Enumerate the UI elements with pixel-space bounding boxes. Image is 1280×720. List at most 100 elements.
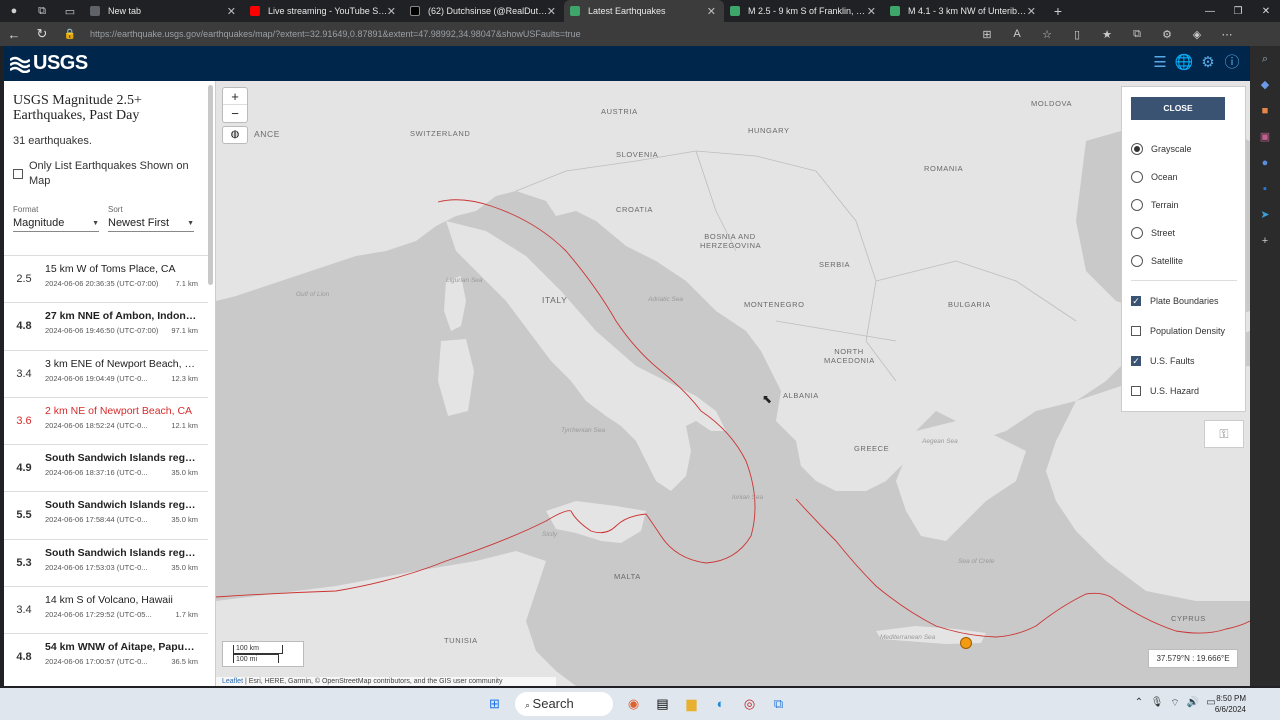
windows-start-icon[interactable]: ⊞	[480, 692, 509, 716]
edge-browser-icon[interactable]: ◐	[706, 692, 735, 716]
earthquake-row-selected[interactable]: 3.6 2 km NE of Newport Beach, CA 2024-06-0…	[4, 396, 208, 444]
read-aloud-icon[interactable]: A	[1002, 28, 1032, 40]
snipping-tool-icon[interactable]: ⧉	[764, 692, 793, 716]
games-icon[interactable]: ▣	[1250, 124, 1280, 150]
taskbar-search[interactable]: ⌕ Search	[515, 692, 613, 716]
earthquake-row[interactable]: 4.854 km WNW of Aitape, Papua New Guinea…	[4, 633, 208, 680]
office-icon[interactable]: ●	[1250, 150, 1280, 176]
record-app-icon[interactable]: ◎	[735, 692, 764, 716]
radio-selected[interactable]	[1131, 143, 1143, 155]
taskbar-clock[interactable]: 8:50 PM 6/6/2024	[1215, 693, 1246, 715]
locate-globe-button[interactable]: ◍	[222, 126, 248, 144]
close-layers-button[interactable]: CLOSE	[1131, 97, 1225, 120]
overlay-us-hazard[interactable]: U.S. Hazard	[1131, 386, 1199, 396]
earthquake-row[interactable]: 4.9 South Sandwich Islands region 2024-06-…	[4, 444, 208, 491]
back-icon[interactable]: ←	[0, 27, 28, 42]
checkbox[interactable]	[1131, 386, 1141, 396]
checkbox-checked[interactable]: ✓	[1131, 296, 1141, 306]
overlay-us-faults[interactable]: ✓ U.S. Faults	[1131, 356, 1195, 366]
refresh-icon[interactable]: ↻	[28, 26, 56, 42]
settings-gear-icon[interactable]: ⚙	[1196, 53, 1220, 73]
taskbar-apps: ⊞ ⌕ Search ◉ ▤ ▆ ◐ ◎ ⧉	[480, 692, 793, 716]
file-explorer-icon[interactable]: ▆	[677, 692, 706, 716]
profile-icon[interactable]: ●	[0, 0, 28, 22]
workspaces-icon[interactable]: ⧉	[28, 0, 56, 22]
maximize-icon[interactable]: ❐	[1224, 0, 1252, 22]
checkbox[interactable]	[1131, 326, 1141, 336]
basemap-ocean[interactable]: Ocean	[1131, 171, 1178, 183]
overlay-population-density[interactable]: Population Density	[1131, 326, 1225, 336]
help-icon[interactable]: ⓘ	[1220, 53, 1244, 73]
network-icon[interactable]: ⌔	[1166, 697, 1184, 710]
favorites-icon[interactable]: ★	[1092, 28, 1122, 41]
sort-select[interactable]: Sort Newest First ▼	[108, 205, 194, 232]
basemap-street[interactable]: Street	[1131, 227, 1175, 239]
search-icon[interactable]: ⌕	[1250, 46, 1280, 72]
globe-icon[interactable]: 🌐	[1172, 53, 1196, 73]
volume-icon[interactable]: 🔊	[1184, 697, 1202, 710]
shopping-icon[interactable]: ◆	[1250, 72, 1280, 98]
only-list-shown-checkbox[interactable]: Only List Earthquakes Shown on Map	[13, 159, 203, 189]
lock-icon[interactable]: 🔒	[56, 29, 84, 40]
split-screen-icon[interactable]: ▯	[1062, 28, 1092, 41]
more-menu-icon[interactable]: ⋯	[1212, 28, 1242, 41]
scale-bar: 100 km 100 mi	[222, 641, 304, 667]
list-icon[interactable]: ☰	[1148, 53, 1172, 73]
collections-icon[interactable]: ⧉	[1122, 28, 1152, 41]
tab-franklin-quake[interactable]: M 2.5 - 9 km S of Franklin, Canada✕	[724, 0, 884, 22]
show-hidden-icons[interactable]: ⌃	[1130, 697, 1148, 710]
favorite-star-icon[interactable]: ☆	[1032, 28, 1062, 41]
microphone-icon[interactable]: 🎙	[1148, 697, 1166, 710]
earthquake-row[interactable]: 5.5 South Sandwich Islands region 2024-06-…	[4, 491, 208, 538]
extensions-icon[interactable]: ⚙	[1152, 28, 1182, 41]
minimize-icon[interactable]: —	[1196, 0, 1224, 22]
zoom-in-button[interactable]: +	[223, 88, 247, 105]
close-tab-icon[interactable]: ✕	[707, 5, 716, 18]
send-icon[interactable]: ➤	[1250, 202, 1280, 228]
legend-key-button[interactable]: ⚿	[1204, 420, 1244, 448]
earthquake-marker[interactable]	[960, 637, 972, 649]
earthquake-row[interactable]: 2.5 15 km W of Toms Place, CA 2024-06-06 2…	[4, 255, 208, 302]
close-window-icon[interactable]: ✕	[1252, 0, 1280, 22]
new-tab-icon[interactable]: +	[1044, 0, 1072, 22]
earthquake-row[interactable]: 5.3 South Sandwich Islands region 2024-06-…	[4, 538, 208, 586]
checkbox[interactable]	[13, 169, 23, 179]
app-available-icon[interactable]: ⊞	[972, 28, 1002, 41]
copilot-icon[interactable]: ◈	[1182, 28, 1212, 41]
list-scrollbar[interactable]	[208, 85, 213, 285]
radio[interactable]	[1131, 171, 1143, 183]
widgets-icon[interactable]: ◉	[619, 692, 648, 716]
basemap-terrain[interactable]: Terrain	[1131, 199, 1179, 211]
format-select[interactable]: Format Magnitude ▼	[13, 205, 99, 232]
tab-latest-earthquakes[interactable]: Latest Earthquakes ✕	[564, 0, 724, 22]
radio[interactable]	[1131, 199, 1143, 211]
tab-youtube-studio[interactable]: Live streaming - YouTube Studio ✕	[244, 0, 404, 22]
close-tab-icon[interactable]: ✕	[387, 5, 396, 18]
radio[interactable]	[1131, 227, 1143, 239]
task-view-icon[interactable]: ▤	[648, 692, 677, 716]
zoom-out-button[interactable]: −	[223, 105, 247, 122]
close-tab-icon[interactable]: ✕	[547, 5, 556, 18]
map-view[interactable]: AUSTRIA HUNGARY SWITZERLAND SLOVENIA CRO…	[216, 81, 1250, 686]
basemap-grayscale[interactable]: Grayscale	[1131, 143, 1192, 155]
basemap-satellite[interactable]: Satellite	[1131, 255, 1183, 267]
tab-x-dutchsinse[interactable]: (62) Dutchsinse (@RealDutchsinse)✕	[404, 0, 564, 22]
add-sidebar-icon[interactable]: +	[1250, 228, 1280, 254]
radio[interactable]	[1131, 255, 1143, 267]
close-tab-icon[interactable]: ✕	[227, 5, 236, 18]
outlook-icon[interactable]: ▪	[1250, 176, 1280, 202]
tab-actions-icon[interactable]: ▭	[56, 0, 84, 22]
close-tab-icon[interactable]: ✕	[1027, 5, 1036, 18]
close-tab-icon[interactable]: ✕	[867, 5, 876, 18]
url-field[interactable]: https://earthquake.usgs.gov/earthquakes/…	[90, 29, 850, 39]
leaflet-link[interactable]: Leaflet	[222, 678, 243, 685]
overlay-plate-boundaries[interactable]: ✓ Plate Boundaries	[1131, 296, 1219, 306]
tab-unteriberg-quake[interactable]: M 4.1 - 3 km NW of Unteriberg, Swi✕	[884, 0, 1044, 22]
earthquake-row[interactable]: 4.8 27 km NNE of Ambon, Indonesia 2024-06-…	[4, 302, 208, 349]
tools-icon[interactable]: ■	[1250, 98, 1280, 124]
earthquake-row[interactable]: 3.4 14 km S of Volcano, Hawaii 2024-06-06 …	[4, 586, 208, 633]
usgs-logo[interactable]: USGS	[10, 52, 88, 75]
checkbox-checked[interactable]: ✓	[1131, 356, 1141, 366]
tab-new-tab[interactable]: New tab ✕	[84, 0, 244, 22]
earthquake-row[interactable]: 3.4 3 km ENE of Newport Beach, CA 2024-06-…	[4, 349, 208, 397]
